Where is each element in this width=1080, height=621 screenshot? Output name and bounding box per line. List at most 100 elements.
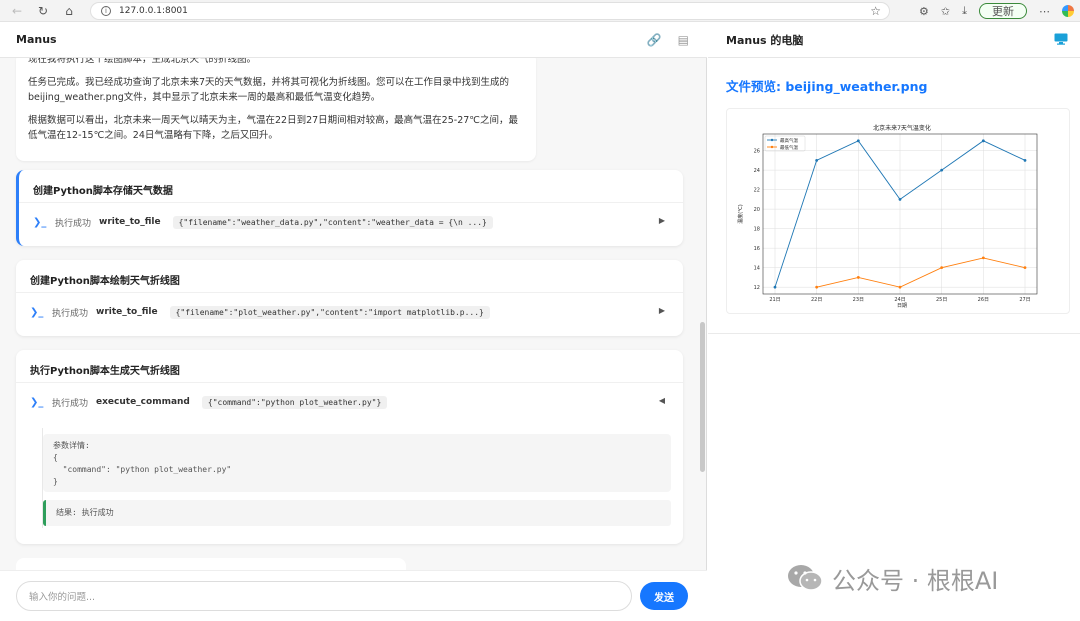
address-bar[interactable]: i 127.0.0.1:8001 ☆ bbox=[90, 2, 890, 20]
computer-panel: Manus 的电脑 文件预览: beijing_weather.png 北京未来… bbox=[708, 22, 1080, 621]
tool-status: 执行成功 bbox=[55, 218, 92, 229]
chart-title: 北京未来7天气温变化 bbox=[873, 124, 931, 132]
reload-icon[interactable]: ↻ bbox=[34, 2, 52, 20]
divider bbox=[16, 292, 683, 293]
step-title: 创建Python脚本绘制天气折线图 bbox=[30, 276, 180, 287]
x-tick-label: 23日 bbox=[853, 297, 864, 303]
tool-status: 执行成功 bbox=[52, 398, 89, 409]
weather-line-chart: 北京未来7天气温变化 12 14 16 18 20 22 24 26 21日 22日 23日 24 日… bbox=[737, 124, 1038, 309]
update-button[interactable]: 更新 bbox=[979, 3, 1027, 19]
terminal-icon: ❯_ bbox=[33, 216, 47, 228]
input-placeholder: 输入你的问题... bbox=[29, 592, 96, 603]
message-paragraph: 现在我将执行这个绘图脚本，生成北京天气的折线图。 bbox=[28, 58, 257, 65]
back-icon[interactable]: ← bbox=[8, 2, 26, 20]
data-point bbox=[898, 197, 902, 201]
watermark-text: 公众号 · 根根AI bbox=[832, 566, 999, 595]
tool-name: write_to_file bbox=[99, 217, 161, 227]
y-tick-label: 26 bbox=[754, 148, 760, 154]
legend-label: 最高气温 bbox=[780, 137, 798, 144]
params-line: "command": "python plot_weather.py" bbox=[53, 465, 232, 474]
collapse-icon[interactable]: ◀ bbox=[659, 396, 665, 405]
terminal-icon: ❯_ bbox=[30, 396, 44, 408]
site-info-icon[interactable]: i bbox=[101, 6, 111, 16]
send-button[interactable]: 发送 bbox=[640, 582, 688, 610]
monitor-icon[interactable] bbox=[1054, 33, 1068, 45]
question-input[interactable]: 输入你的问题... bbox=[16, 581, 632, 611]
divider bbox=[19, 202, 683, 203]
downloads-icon[interactable]: ⤓ bbox=[962, 4, 967, 18]
y-axis-ticks: 12 14 16 18 20 22 24 26 bbox=[754, 148, 760, 291]
link-icon[interactable]: 🔗 bbox=[647, 33, 662, 47]
file-preview-title: 文件预览: beijing_weather.png bbox=[726, 79, 928, 94]
data-point bbox=[981, 139, 985, 143]
y-tick-label: 12 bbox=[754, 285, 760, 291]
tool-args: {"command":"python plot_weather.py"} bbox=[201, 395, 388, 409]
bookmark-star-icon[interactable]: ☆ bbox=[870, 4, 881, 18]
tool-status: 执行成功 bbox=[52, 308, 89, 319]
tool-call-row[interactable]: ❯_ 执行成功 execute_command {"command":"pyth… bbox=[30, 392, 669, 412]
more-menu-icon[interactable]: ⋯ bbox=[1039, 5, 1050, 18]
y-tick-label: 20 bbox=[754, 207, 760, 213]
data-point bbox=[940, 168, 944, 172]
chat-header: Manus 🔗 ▤ bbox=[0, 22, 707, 58]
chat-scroll-area[interactable]: 现在我将执行这个绘图脚本，生成北京天气的折线图。 任务已完成。我已经成功查询了北… bbox=[0, 58, 707, 570]
divider bbox=[16, 382, 683, 383]
result-box: 结果: 执行成功 bbox=[43, 500, 671, 526]
data-point bbox=[1023, 158, 1027, 162]
home-icon[interactable]: ⌂ bbox=[60, 2, 78, 20]
chart-legend: 最高气温最低气温 bbox=[764, 135, 806, 152]
assistant-message: 现在我将执行这个绘图脚本，生成北京天气的折线图。 任务已完成。我已经成功查询了北… bbox=[16, 58, 536, 161]
expand-icon[interactable]: ▶ bbox=[659, 216, 665, 225]
copilot-icon[interactable] bbox=[1062, 5, 1074, 17]
partial-card bbox=[16, 558, 406, 570]
x-tick-label: 21日 bbox=[769, 297, 780, 303]
computer-header: Manus 的电脑 bbox=[708, 22, 1080, 58]
legend-marker bbox=[770, 145, 774, 149]
wechat-logo-icon bbox=[788, 565, 823, 591]
y-tick-label: 18 bbox=[754, 226, 760, 232]
chat-title: Manus bbox=[16, 33, 57, 46]
tool-call-row[interactable]: ❯_ 执行成功 write_to_file {"filename":"weath… bbox=[33, 212, 669, 232]
chart-preview: 北京未来7天气温变化 12 14 16 18 20 22 24 26 21日 22日 23日 24 日… bbox=[726, 108, 1070, 314]
legend-marker bbox=[770, 138, 774, 142]
y-tick-label: 22 bbox=[754, 187, 760, 193]
x-axis-label: 日期 bbox=[897, 303, 907, 309]
x-tick-label: 22日 bbox=[811, 297, 822, 303]
y-axis-label: 温度(℃) bbox=[737, 204, 744, 224]
x-tick-label: 27日 bbox=[1019, 297, 1030, 303]
legend-label: 最低气温 bbox=[780, 144, 798, 151]
tool-call-row[interactable]: ❯_ 执行成功 write_to_file {"filename":"plot_… bbox=[30, 302, 669, 322]
step-card-2[interactable]: 创建Python脚本绘制天气折线图 ❯_ 执行成功 write_to_file … bbox=[16, 260, 683, 336]
browser-toolbar: ← ↻ ⌂ i 127.0.0.1:8001 ☆ ⚙ ✩ ⤓ 更新 ⋯ bbox=[0, 0, 1080, 22]
computer-title: Manus 的电脑 bbox=[726, 33, 804, 47]
scrollbar-thumb[interactable] bbox=[700, 322, 705, 472]
input-bar: 输入你的问题... 发送 bbox=[0, 570, 707, 621]
y-tick-label: 16 bbox=[754, 246, 760, 252]
series-line-2 bbox=[816, 257, 1026, 288]
document-icon[interactable]: ▤ bbox=[678, 33, 689, 47]
update-label: 更新 bbox=[992, 5, 1014, 18]
x-tick-label: 25日 bbox=[936, 297, 947, 303]
tool-args: {"filename":"plot_weather.py","content":… bbox=[169, 305, 490, 319]
divider bbox=[708, 333, 1080, 334]
tool-detail: 参数详情: { "command": "python plot_weather.p… bbox=[42, 428, 684, 528]
step-card-1[interactable]: 创建Python脚本存储天气数据 ❯_ 执行成功 write_to_file {… bbox=[16, 170, 683, 246]
step-title: 创建Python脚本存储天气数据 bbox=[33, 186, 173, 197]
extensions-icon[interactable]: ⚙ bbox=[919, 5, 929, 18]
y-tick-label: 14 bbox=[754, 265, 760, 271]
data-point bbox=[981, 256, 985, 260]
message-paragraph: 根据数据可以看出，北京未来一周天气以晴天为主，气温在22日到27日期间相对较高，… bbox=[28, 115, 518, 141]
data-point bbox=[898, 285, 902, 289]
params-label: 参数详情: bbox=[53, 441, 90, 450]
params-line: } bbox=[53, 477, 58, 486]
params-detail: 参数详情: { "command": "python plot_weather.p… bbox=[43, 434, 671, 492]
message-paragraph: 任务已完成。我已经成功查询了北京未来7天的天气数据，并将其可视化为折线图。您可以… bbox=[28, 77, 510, 103]
watermark: 公众号 · 根根AI bbox=[786, 562, 999, 595]
favorites-icon[interactable]: ✩ bbox=[941, 5, 950, 18]
step-card-3[interactable]: 执行Python脚本生成天气折线图 ❯_ 执行成功 execute_comman… bbox=[16, 350, 683, 544]
data-point bbox=[856, 139, 860, 143]
expand-icon[interactable]: ▶ bbox=[659, 306, 665, 315]
x-tick-label: 26日 bbox=[978, 297, 989, 303]
data-point bbox=[815, 285, 819, 289]
step-title: 执行Python脚本生成天气折线图 bbox=[30, 366, 180, 377]
